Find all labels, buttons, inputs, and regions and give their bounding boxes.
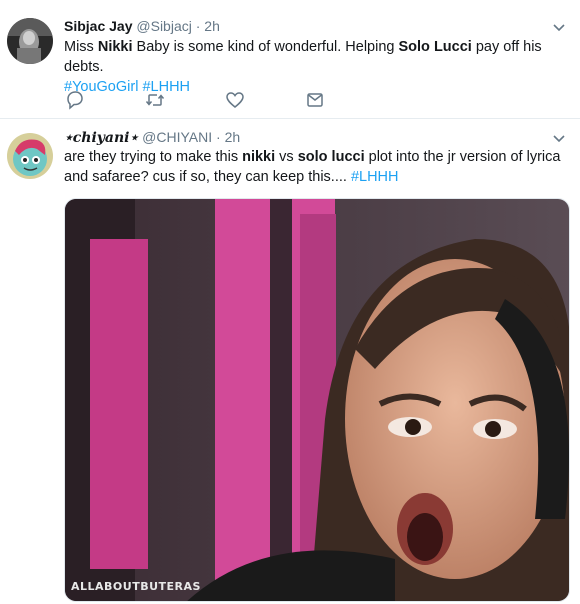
avatar[interactable] bbox=[7, 133, 53, 179]
timestamp[interactable]: 2h bbox=[204, 18, 220, 34]
avatar[interactable] bbox=[7, 18, 53, 64]
text-bold: Solo Lucci bbox=[398, 39, 472, 55]
text-bold: nikki bbox=[242, 149, 276, 165]
separator-dot: · bbox=[216, 129, 221, 145]
tweet-text: Miss Nikki Baby is some kind of wonderfu… bbox=[64, 37, 570, 97]
tweet-header: Sibjac Jay @Sibjacj · 2h bbox=[64, 18, 220, 34]
chevron-down-icon[interactable] bbox=[552, 20, 566, 34]
tweet-actions bbox=[64, 89, 364, 111]
tweet-header: ⋆chiyani⋆ @CHIYANI · 2h bbox=[64, 129, 240, 146]
hashtag-link[interactable]: #LHHH bbox=[351, 169, 399, 185]
separator-dot: · bbox=[195, 18, 201, 34]
video-watermark: ALLABOUTBUTERAS bbox=[71, 580, 201, 593]
tweet[interactable]: Sibjac Jay @Sibjacj · 2h Miss Nikki Baby… bbox=[0, 0, 580, 119]
display-name[interactable]: Sibjac Jay bbox=[64, 18, 133, 34]
video-frame bbox=[65, 199, 569, 601]
text-segment: vs bbox=[275, 149, 298, 165]
handle[interactable]: @CHIYANI bbox=[142, 129, 212, 145]
tweet[interactable]: ⋆chiyani⋆ @CHIYANI · 2h are they trying … bbox=[0, 119, 580, 604]
text-segment: Baby is some kind of wonderful. Helping bbox=[132, 39, 399, 55]
text-segment: are they trying to make this bbox=[64, 149, 243, 165]
text-segment: Miss bbox=[64, 39, 98, 55]
display-name[interactable]: ⋆chiyani⋆ bbox=[64, 130, 138, 146]
tweet-media-video[interactable]: ALLABOUTBUTERAS bbox=[64, 198, 570, 602]
timestamp[interactable]: 2h bbox=[225, 129, 241, 145]
like-icon[interactable] bbox=[224, 89, 246, 111]
direct-message-icon[interactable] bbox=[304, 89, 326, 111]
reply-icon[interactable] bbox=[64, 89, 86, 111]
text-bold: Nikki bbox=[97, 39, 133, 55]
retweet-icon[interactable] bbox=[144, 89, 166, 111]
text-bold: solo lucci bbox=[297, 149, 365, 165]
handle[interactable]: @Sibjacj bbox=[136, 18, 191, 34]
chevron-down-icon[interactable] bbox=[552, 131, 566, 145]
tweet-text: are they trying to make this nikki vs so… bbox=[64, 147, 570, 187]
